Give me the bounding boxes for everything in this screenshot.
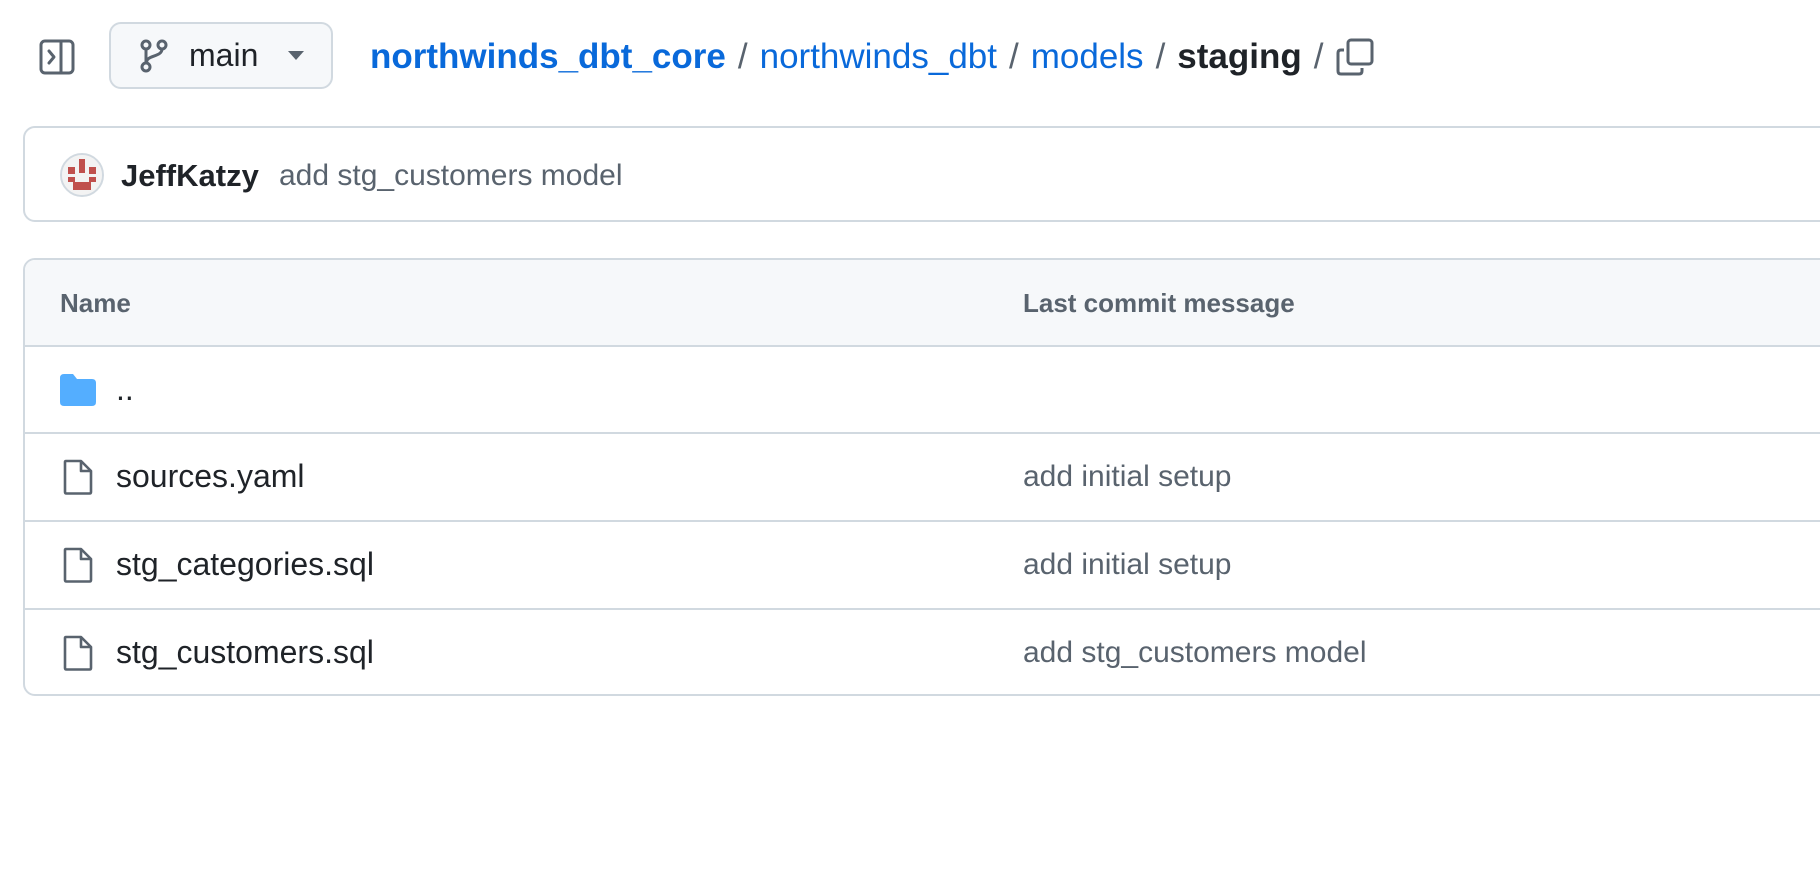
breadcrumb-separator: / <box>737 37 748 76</box>
file-table: Name Last commit message .. sources.yaml… <box>23 258 1820 696</box>
git-branch-icon <box>139 39 169 73</box>
repo-directory-view: main northwinds_dbt_core / northwinds_db… <box>0 0 1820 888</box>
breadcrumb-folder-link[interactable]: northwinds_dbt <box>760 37 997 77</box>
column-header-name: Name <box>60 288 131 318</box>
breadcrumb-folder-link[interactable]: models <box>1031 37 1144 77</box>
breadcrumb-repo-link[interactable]: northwinds_dbt_core <box>370 37 726 77</box>
breadcrumb-current-folder: staging <box>1177 37 1302 76</box>
commit-message-link[interactable]: add stg_customers model <box>279 159 623 193</box>
column-header-message: Last commit message <box>1023 288 1295 318</box>
commit-author-link[interactable]: JeffKatzy <box>121 158 259 194</box>
breadcrumb-separator: / <box>1009 37 1019 76</box>
breadcrumb-separator: / <box>1313 37 1324 76</box>
file-commit-message-link[interactable]: add stg_customers model <box>1023 636 1367 670</box>
table-header: Name Last commit message <box>25 260 1820 347</box>
folder-icon <box>60 372 96 408</box>
branch-selector-button[interactable]: main <box>109 22 333 89</box>
file-icon <box>60 547 96 583</box>
breadcrumb: northwinds_dbt_core / northwinds_dbt / m… <box>370 34 1335 80</box>
file-commit-message-link[interactable]: add initial setup <box>1023 460 1231 494</box>
sidebar-expand-icon <box>39 39 75 75</box>
triangle-down-icon <box>286 50 306 62</box>
avatar[interactable] <box>60 153 104 197</box>
sidebar-toggle-button[interactable] <box>38 38 76 76</box>
file-icon <box>60 635 96 671</box>
breadcrumb-separator: / <box>1155 37 1166 76</box>
file-commit-message-link[interactable]: add initial setup <box>1023 548 1231 582</box>
copy-icon <box>1336 38 1374 76</box>
file-icon <box>60 459 96 495</box>
table-row[interactable]: stg_customers.sql add stg_customers mode… <box>25 610 1820 694</box>
file-name-link[interactable]: stg_categories.sql <box>116 546 374 583</box>
branch-name: main <box>189 37 259 73</box>
file-navigation-bar: main northwinds_dbt_core / northwinds_db… <box>0 0 1820 112</box>
copy-path-button[interactable] <box>1334 36 1376 78</box>
parent-directory-link[interactable]: .. <box>116 371 134 408</box>
table-row[interactable]: sources.yaml add initial setup <box>25 434 1820 522</box>
latest-commit-box: JeffKatzy add stg_customers model <box>23 126 1820 222</box>
file-name-link[interactable]: stg_customers.sql <box>116 634 374 671</box>
parent-directory-row[interactable]: .. <box>25 347 1820 434</box>
file-name-link[interactable]: sources.yaml <box>116 458 305 495</box>
table-row[interactable]: stg_categories.sql add initial setup <box>25 522 1820 610</box>
